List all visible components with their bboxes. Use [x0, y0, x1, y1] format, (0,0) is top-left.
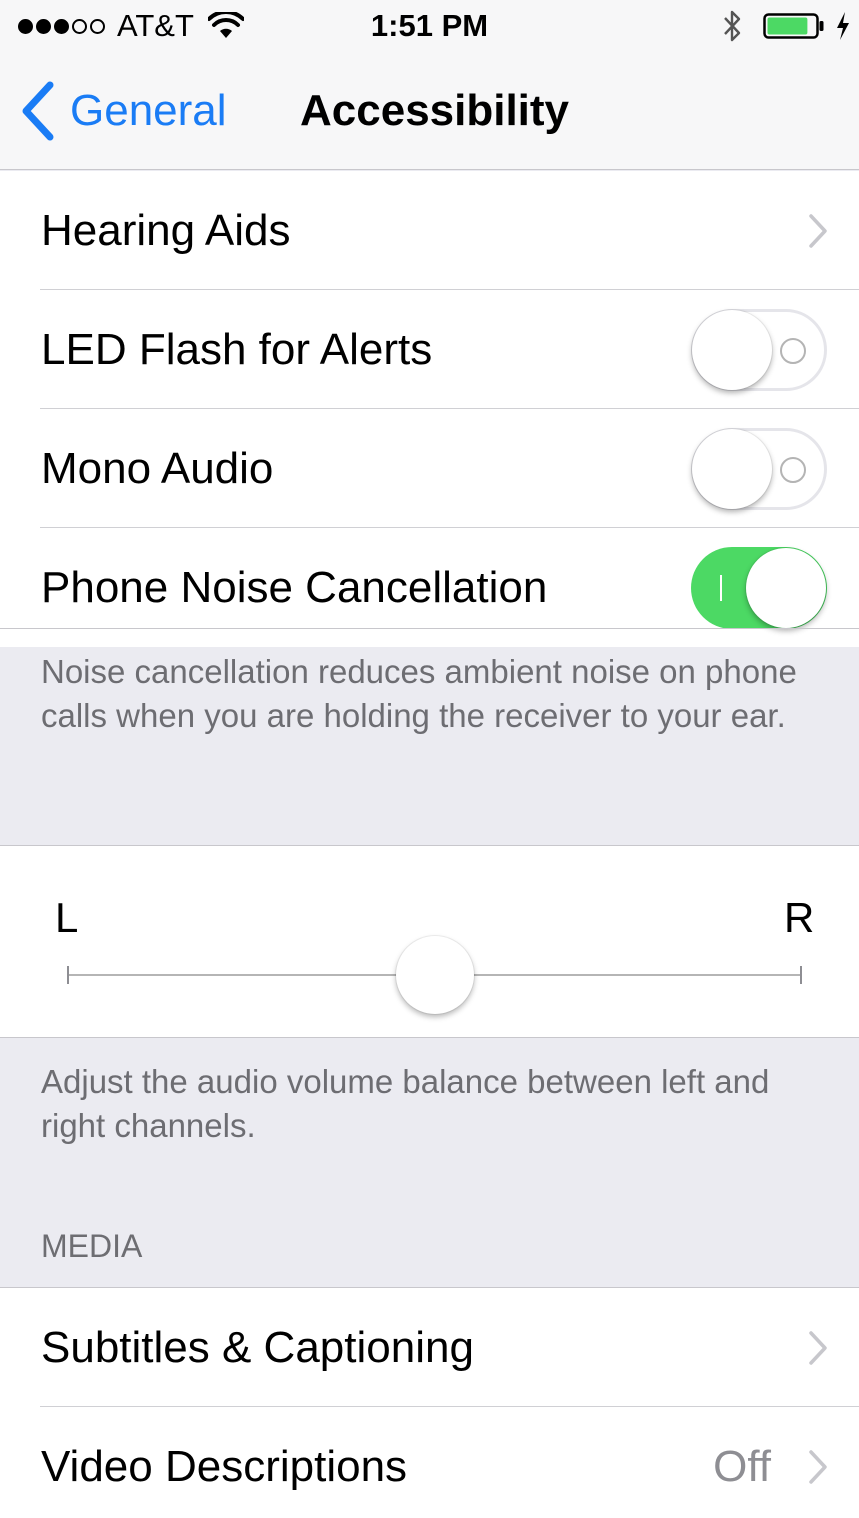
toggle-on-indicator [720, 575, 722, 601]
toggle-off-indicator [780, 457, 806, 483]
noise-cancellation-row: Phone Noise Cancellation [0, 528, 859, 647]
mono-audio-label: Mono Audio [41, 444, 274, 493]
charging-bolt-icon [837, 12, 849, 40]
navigation-bar: General Accessibility [0, 52, 859, 170]
toggle-knob [692, 310, 772, 390]
status-right [721, 6, 851, 46]
back-chevron-icon [22, 81, 54, 141]
balance-left-label: L [55, 894, 79, 941]
media-section-header: MEDIA [41, 1228, 143, 1264]
toggle-knob [746, 548, 826, 628]
noise-cancellation-footer: Noise cancellation reduces ambient noise… [41, 653, 797, 734]
page-title: Accessibility [300, 86, 570, 135]
balance-footer: Adjust the audio volume balance between … [41, 1063, 770, 1144]
subtitles-captioning-label: Subtitles & Captioning [41, 1323, 474, 1372]
video-descriptions-row[interactable]: Video Descriptions Off [0, 1407, 859, 1518]
toggle-knob [692, 429, 772, 509]
led-flash-toggle[interactable] [691, 309, 827, 391]
hearing-aids-label: Hearing Aids [41, 206, 291, 255]
mono-audio-row: Mono Audio [0, 409, 859, 528]
hearing-aids-row[interactable]: Hearing Aids [0, 171, 859, 290]
disclosure-chevron-icon [809, 1450, 827, 1484]
disclosure-chevron-icon [809, 1331, 827, 1365]
group-border [0, 628, 859, 629]
noise-cancellation-toggle[interactable] [691, 547, 827, 629]
mono-audio-toggle[interactable] [691, 428, 827, 510]
balance-right-tick [800, 966, 802, 984]
status-bar: AT&T 1:51 PM [0, 0, 859, 52]
noise-cancellation-label: Phone Noise Cancellation [41, 563, 548, 612]
media-settings-group: Subtitles & Captioning Video Description… [0, 1287, 859, 1518]
balance-left-tick [67, 966, 69, 984]
subtitles-captioning-row[interactable]: Subtitles & Captioning [0, 1288, 859, 1407]
back-button[interactable]: General [20, 76, 227, 146]
led-flash-label: LED Flash for Alerts [41, 325, 433, 374]
video-descriptions-value: Off [713, 1442, 771, 1491]
hearing-settings-group: Hearing Aids LED Flash for Alerts Mono A… [0, 171, 859, 647]
audio-balance-group: L R [0, 845, 859, 1038]
led-flash-row: LED Flash for Alerts [0, 290, 859, 409]
back-button-label: General [70, 86, 227, 135]
balance-right-label: R [784, 894, 815, 941]
toggle-off-indicator [780, 338, 806, 364]
battery-icon [763, 13, 824, 39]
disclosure-chevron-icon [809, 214, 827, 248]
balance-slider-thumb[interactable] [396, 936, 474, 1014]
video-descriptions-label: Video Descriptions [41, 1442, 408, 1491]
bluetooth-icon [724, 10, 741, 42]
